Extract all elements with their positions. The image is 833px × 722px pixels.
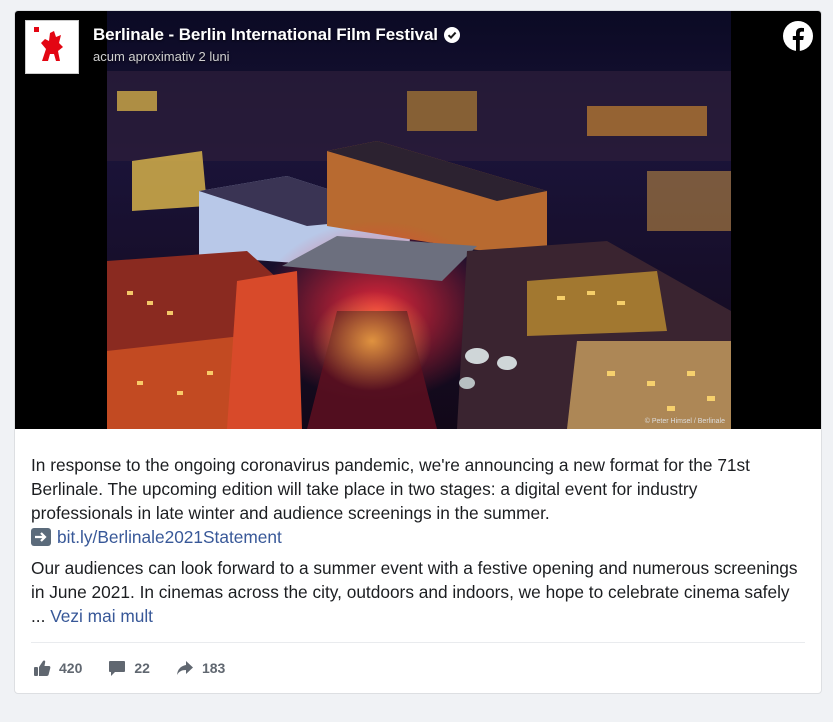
share-arrow-icon — [176, 661, 193, 675]
post-timestamp[interactable]: acum aproximativ 2 luni — [93, 49, 460, 64]
verified-badge-icon — [443, 27, 460, 43]
like-stat[interactable]: 420 — [33, 659, 82, 677]
statement-link[interactable]: bit.ly/Berlinale2021Statement — [57, 525, 282, 549]
facebook-icon[interactable] — [783, 21, 813, 51]
thumbs-up-icon — [34, 660, 51, 676]
post-media[interactable]: © Peter Himsel / Berlinale Berlinale - B… — [15, 11, 821, 429]
right-arrow-emoji-icon — [31, 528, 51, 546]
comment-count: 22 — [134, 660, 150, 676]
engagement-bar: 420 22 183 — [33, 659, 251, 677]
page-avatar[interactable] — [25, 20, 79, 74]
post-paragraph-1: In response to the ongoing coronavirus p… — [31, 455, 750, 523]
facebook-post-card: © Peter Himsel / Berlinale Berlinale - B… — [14, 10, 822, 694]
post-paragraph-2: Our audiences can look forward to a summ… — [31, 556, 801, 628]
comment-icon — [109, 661, 126, 676]
divider — [31, 642, 805, 643]
post-body: In response to the ongoing coronavirus p… — [31, 453, 801, 628]
post-header: Berlinale - Berlin International Film Fe… — [93, 25, 460, 64]
photo-credit: © Peter Himsel / Berlinale — [644, 418, 725, 425]
share-count: 183 — [201, 660, 226, 676]
share-stat[interactable]: 183 — [176, 659, 225, 677]
berlinale-bear-logo — [30, 25, 74, 69]
post-photo[interactable] — [107, 11, 731, 429]
link-row: bit.ly/Berlinale2021Statement — [31, 525, 801, 549]
see-more-link[interactable]: Vezi mai mult — [50, 606, 153, 626]
like-count: 420 — [59, 660, 83, 676]
comment-stat[interactable]: 22 — [108, 659, 150, 677]
page-name[interactable]: Berlinale - Berlin International Film Fe… — [93, 25, 438, 45]
